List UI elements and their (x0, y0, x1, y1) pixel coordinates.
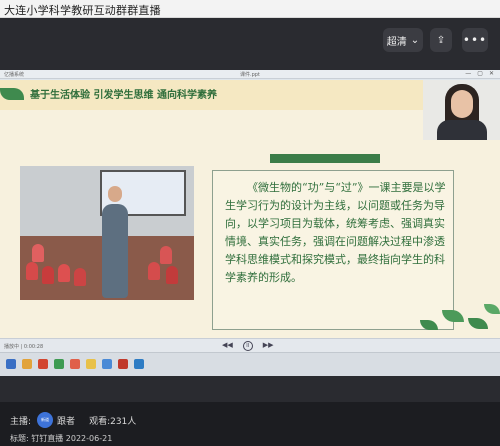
shared-taskbar (0, 352, 500, 376)
app-icon (118, 359, 128, 369)
app-icon (134, 359, 144, 369)
leaf-decoration (0, 88, 24, 100)
leaves-decoration (410, 298, 500, 338)
host-row: 主播: 新道 跟者 观看: 231人 (10, 412, 136, 428)
title-label: 标题: (10, 434, 29, 443)
playbar-status: 播放中 | 0:00:28 (4, 344, 44, 350)
viewers-count: 231人 (110, 416, 137, 427)
pause-icon[interactable]: II (242, 341, 253, 351)
shared-file-name: 课件.ppt (240, 72, 260, 78)
avatar[interactable]: 新道 (37, 412, 54, 428)
stream-title-row: 标题: 钉钉直播 2022-06-21 (10, 433, 112, 444)
share-button[interactable]: ⇪ (430, 28, 452, 52)
slide-banner-text: 基于生活体验 引发学生思维 通向科学素养 (30, 90, 217, 101)
more-button[interactable]: ••• (462, 28, 488, 52)
window-controls: — ▢ ✕ (465, 70, 494, 77)
quality-label: 超清 (386, 36, 407, 48)
next-icon[interactable]: ▶▶ (263, 341, 274, 351)
more-icon: ••• (462, 33, 488, 47)
presenter-camera (423, 80, 500, 140)
playbar-controls: ◀◀ II ▶▶ (222, 341, 274, 351)
app-icon (70, 359, 80, 369)
shared-window-bar: 亿播系统 课件.ppt — ▢ ✕ (0, 70, 500, 79)
slideshow-playbar: 播放中 | 0:00:28 ◀◀ II ▶▶ (0, 338, 500, 352)
app-icon (22, 359, 32, 369)
shared-app-name: 亿播系统 (4, 72, 25, 78)
teacher-figure (102, 204, 128, 298)
title-underline-bar (270, 154, 380, 163)
quality-button[interactable]: 超清 ⌄ (383, 28, 423, 52)
classroom-photo (20, 166, 194, 300)
host-label: 主播: (10, 416, 32, 427)
app-icon (54, 359, 64, 369)
chevron-down-icon: ⌄ (410, 34, 420, 46)
host-name: 跟者 (57, 416, 76, 427)
slide-body-text: 《微生物的“功”与“过”》一课主要是以学生学习行为的设计为主线，以问题或任务为导… (225, 181, 446, 284)
viewers-label: 观看: (89, 416, 111, 427)
browser-icon (38, 359, 48, 369)
minimize-icon: — (465, 70, 472, 77)
start-icon (6, 359, 16, 369)
shared-screen: 亿播系统 课件.ppt — ▢ ✕ 基于生活体验 引发学生思维 通向科学素养 《… (0, 70, 500, 376)
folder-icon (86, 359, 96, 369)
stream-title: 钉钉直播 2022-06-21 (31, 434, 113, 443)
video-player[interactable]: 超清 ⌄ ⇪ ••• 亿播系统 课件.ppt — ▢ ✕ 基于生活体验 引发学生… (0, 18, 500, 402)
live-stream-window: 大连小学科学教研互动群群直播 超清 ⌄ ⇪ ••• 亿播系统 课件.ppt — … (0, 0, 500, 446)
presentation-slide: 基于生活体验 引发学生思维 通向科学素养 《微生物的“功”与“过”》一课主要是以… (0, 80, 500, 338)
maximize-icon: ▢ (477, 70, 483, 77)
previous-icon[interactable]: ◀◀ (222, 341, 233, 351)
slide-banner: 基于生活体验 引发学生思维 通向科学素养 (0, 80, 430, 110)
title-bar: 大连小学科学教研互动群群直播 (0, 0, 500, 18)
window-title: 大连小学科学教研互动群群直播 (4, 4, 161, 17)
stream-info-bar: 主播: 新道 跟者 观看: 231人 标题: 钉钉直播 2022-06-21 (0, 402, 500, 446)
share-icon: ⇪ (436, 34, 446, 46)
app-icon (102, 359, 112, 369)
close-icon: ✕ (488, 70, 494, 77)
